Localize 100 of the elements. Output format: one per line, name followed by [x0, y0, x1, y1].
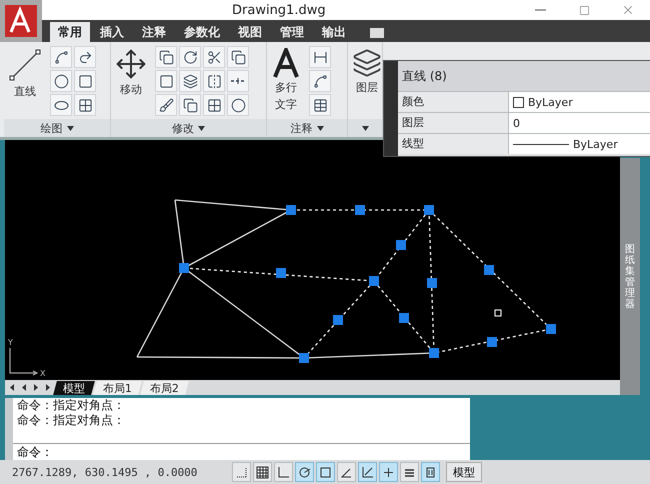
command-history-line: 命令：指定对角点：: [16, 398, 126, 413]
axes-icon: [361, 466, 374, 478]
move-tool-button[interactable]: 移动: [113, 46, 149, 99]
ribbon-tab[interactable]: 参数化: [176, 22, 228, 42]
dashed-line-icon: [231, 78, 245, 84]
line-tool-button[interactable]: 直线: [6, 46, 44, 101]
circle-tool-button[interactable]: [50, 70, 72, 92]
rectangle-icon: [78, 74, 92, 88]
curve-icon: [312, 74, 328, 88]
rotate-icon: [182, 50, 198, 64]
arc-tool-button[interactable]: [74, 46, 96, 68]
panel-title-button[interactable]: 绘图: [4, 119, 110, 137]
ellipse-tool-button[interactable]: [50, 94, 72, 116]
mirror-icon: [206, 74, 222, 88]
right-angle-icon: [277, 466, 290, 478]
property-name: 线型: [398, 134, 508, 154]
copy-icon: [158, 50, 174, 64]
scissors-icon: [206, 50, 222, 64]
layers-icon: [352, 48, 382, 78]
status-toggle-button[interactable]: [295, 462, 314, 482]
ucs-axes-icon: [10, 348, 38, 376]
status-toggle-button[interactable]: [232, 462, 251, 482]
app-logo[interactable]: [0, 0, 42, 42]
stretch-tool-button[interactable]: [179, 70, 201, 92]
panel-title-button[interactable]: [348, 119, 382, 137]
status-toggle-button[interactable]: [337, 462, 356, 482]
color-swatch-icon: [513, 96, 524, 108]
polyline-tool-button[interactable]: [50, 46, 72, 68]
layers-button[interactable]: 图层: [350, 46, 384, 97]
ribbon-tab[interactable]: 管理: [272, 22, 312, 42]
status-toggle-button[interactable]: [358, 462, 377, 482]
ribbon-tab[interactable]: 输出: [314, 22, 354, 42]
table-tool-button[interactable]: [309, 94, 331, 116]
window-title: Drawing1.dwg: [232, 2, 327, 18]
ribbon-toggle-button[interactable]: [370, 28, 384, 38]
rectangle-tool-button[interactable]: [74, 70, 96, 92]
caret-icon: [362, 126, 368, 130]
hatch-tool-button[interactable]: [74, 94, 96, 116]
square-icon: [158, 74, 174, 88]
property-name: 颜色: [398, 92, 508, 112]
layout-tab[interactable]: 布局1: [93, 380, 142, 394]
fillet-tool-button[interactable]: [227, 94, 249, 116]
status-toggle-button[interactable]: [253, 462, 272, 482]
status-toggle-button[interactable]: [421, 462, 440, 482]
ribbon-tab[interactable]: 视图: [230, 22, 270, 42]
curve-icon: [54, 50, 68, 64]
minimize-icon: [534, 9, 546, 11]
rotate-tool-button[interactable]: [179, 46, 201, 68]
hook-arrow-icon: [78, 50, 92, 64]
brush-icon: [158, 98, 174, 112]
dimension-icon: [312, 50, 328, 64]
array-tool-button[interactable]: [203, 94, 225, 116]
panel-title-button[interactable]: 注释: [267, 119, 347, 137]
property-name: 图层: [398, 113, 508, 133]
axis-label: Y: [8, 338, 13, 347]
status-toggle-button[interactable]: [316, 462, 335, 482]
panel-title-button[interactable]: 修改: [111, 119, 266, 137]
scale-tool-button[interactable]: [155, 70, 177, 92]
overlap-icon: [230, 50, 246, 64]
polar-icon: [298, 466, 311, 478]
mirror-tool-button[interactable]: [203, 70, 225, 92]
property-value[interactable]: ByLayer: [508, 134, 650, 154]
caret-icon: [66, 126, 74, 130]
status-toggle-button[interactable]: [400, 462, 419, 482]
multiline-text-button[interactable]: 多行 文字: [269, 46, 303, 114]
trim-tool-button[interactable]: [203, 46, 225, 68]
caret-icon: [198, 126, 205, 130]
dimension-tool-button[interactable]: [309, 46, 331, 68]
draw-order-tool-button[interactable]: [227, 46, 249, 68]
line-icon: [8, 48, 42, 82]
ribbon-tab[interactable]: 常用: [50, 22, 90, 42]
brush-tool-button[interactable]: [155, 94, 177, 116]
status-toggle-button[interactable]: [274, 462, 293, 482]
model-space-button[interactable]: 模型: [446, 462, 482, 482]
copy-icon: [182, 98, 198, 112]
circle-icon: [230, 98, 246, 112]
angle-icon: [340, 466, 353, 478]
coordinates-readout: 2767.1289, 630.1495 , 0.0000: [12, 466, 198, 478]
grid-icon: [256, 466, 269, 478]
snap-icon: [235, 466, 248, 478]
leader-tool-button[interactable]: [309, 70, 331, 92]
ribbon-tab[interactable]: 注释: [134, 22, 174, 42]
copy-tool-button[interactable]: [155, 46, 177, 68]
plus-icon: [382, 466, 395, 478]
offset-tool-button[interactable]: [179, 94, 201, 116]
ribbon-tab[interactable]: 插入: [92, 22, 132, 42]
break-tool-button[interactable]: [227, 70, 249, 92]
layout-tab[interactable]: 布局2: [140, 380, 189, 394]
grip-handle[interactable]: [384, 61, 398, 156]
grid-icon: [78, 98, 92, 112]
status-toggle-button[interactable]: [379, 462, 398, 482]
axis-label: X: [40, 369, 46, 378]
cursor-icon: [494, 310, 502, 316]
layers-icon: [182, 74, 198, 88]
move-arrows-icon: [115, 48, 147, 80]
maximize-icon: [578, 4, 590, 16]
circle-icon: [54, 74, 68, 88]
layout-tab[interactable]: 模型: [53, 380, 95, 394]
palette-title: 直线 (8): [402, 68, 447, 84]
close-icon: [621, 3, 635, 17]
